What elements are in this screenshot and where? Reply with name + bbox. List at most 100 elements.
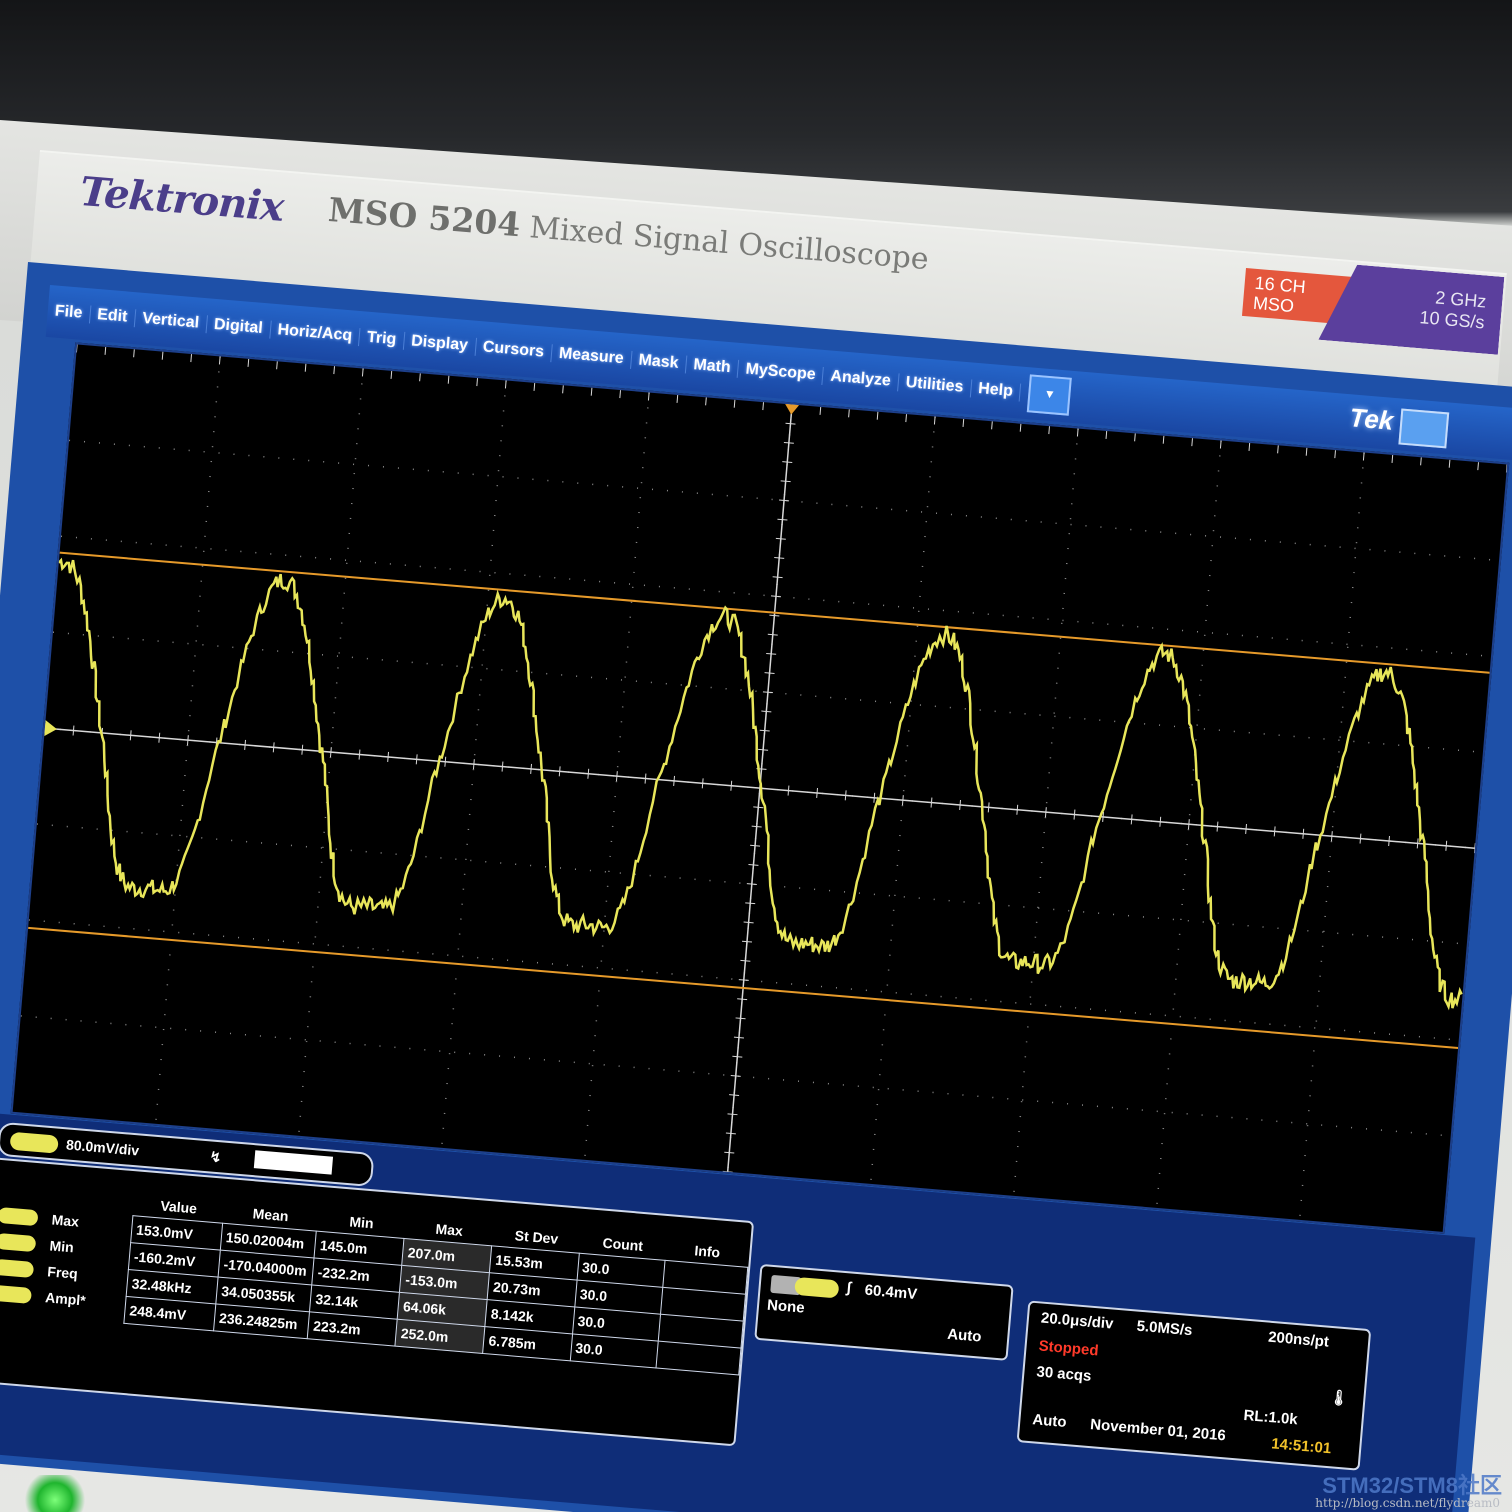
- center-tick: [780, 480, 791, 483]
- channel-1-waveform: [57, 557, 1463, 1011]
- center-tick: [844, 790, 847, 801]
- center-tick: [785, 422, 796, 425]
- time: 14:51:01: [1270, 1435, 1332, 1458]
- top-tick: [75, 344, 78, 353]
- top-tick: [361, 368, 364, 377]
- center-tick: [444, 756, 447, 767]
- offset-slider[interactable]: [253, 1150, 334, 1175]
- min-cursor-line: [28, 926, 1459, 1049]
- chevron-down-icon[interactable]: ▼: [1027, 374, 1073, 416]
- trigger-readout[interactable]: ∫ 60.4mV None Auto: [754, 1263, 1014, 1361]
- record-length: RL:1.0k: [1242, 1406, 1299, 1429]
- menu-edit[interactable]: Edit: [89, 305, 137, 328]
- trigger-mode: Auto: [946, 1325, 983, 1346]
- center-tick: [129, 730, 132, 741]
- menu-myscope[interactable]: MyScope: [737, 359, 825, 386]
- menu-analyze[interactable]: Analyze: [822, 367, 900, 392]
- center-tick: [735, 1017, 746, 1020]
- sample-rate: 5.0MS/s: [1135, 1317, 1194, 1340]
- top-tick: [562, 385, 564, 394]
- measurement-panel: Max Min Freq Ampl* Value Mean Min Max St Dev Cou…: [0, 1157, 755, 1447]
- top-tick: [933, 416, 936, 425]
- max-cursor-line: [59, 551, 1490, 674]
- center-tick: [766, 652, 777, 655]
- top-tick: [705, 397, 707, 406]
- center-tick: [1330, 831, 1333, 842]
- date: November 01, 2016: [1089, 1416, 1227, 1445]
- center-tick: [186, 735, 189, 746]
- trigger-position-marker: [785, 403, 800, 415]
- top-tick: [1105, 430, 1108, 439]
- menu-cursors[interactable]: Cursors: [475, 337, 553, 363]
- menu-trig[interactable]: Trig: [359, 328, 405, 350]
- menu-help[interactable]: Help: [970, 379, 1022, 402]
- top-tick: [304, 363, 307, 372]
- center-tick: [959, 799, 961, 811]
- menu-vertical[interactable]: Vertical: [134, 309, 208, 334]
- measurement-label: Min: [48, 1237, 75, 1256]
- center-tick: [745, 902, 756, 905]
- center-tick: [1044, 807, 1047, 818]
- top-tick: [419, 373, 421, 382]
- top-tick: [1248, 442, 1251, 451]
- top-tick: [1076, 428, 1079, 437]
- scope-screen: File Edit Vertical Digital Horiz/Acq Trig Disp…: [0, 285, 1512, 1512]
- measurement-label: Ampl*: [44, 1289, 87, 1309]
- top-tick: [1477, 462, 1479, 471]
- center-tick: [750, 844, 761, 847]
- center-tick: [1359, 833, 1362, 844]
- bandwidth-limit-icon: ↯: [208, 1148, 223, 1166]
- center-tick: [1016, 804, 1019, 815]
- center-tick: [701, 778, 704, 789]
- table-cell: [655, 1341, 741, 1375]
- top-tick: [647, 392, 650, 401]
- center-tick: [1445, 840, 1448, 851]
- acquisition-count: 30 acqs: [1035, 1363, 1093, 1385]
- center-tick: [873, 792, 876, 803]
- trigger-coupling: None: [766, 1296, 806, 1317]
- center-tick: [1473, 843, 1476, 854]
- center-tick: [1073, 809, 1076, 820]
- center-tick: [722, 1170, 733, 1173]
- resolution: 200ns/pt: [1267, 1328, 1330, 1351]
- center-tick: [158, 732, 161, 743]
- center-tick: [743, 921, 754, 924]
- top-tick: [447, 375, 450, 384]
- top-tick: [1305, 447, 1308, 456]
- center-tick: [774, 557, 785, 559]
- center-tick: [587, 768, 590, 779]
- top-tick: [1191, 438, 1193, 447]
- center-tick: [1216, 821, 1219, 832]
- acquisition-readout[interactable]: 20.0μs/div 5.0MS/s 200ns/pt Stopped 30 a…: [1016, 1300, 1372, 1471]
- menu-file[interactable]: File: [47, 301, 91, 324]
- top-tick: [1019, 423, 1022, 432]
- menu-digital[interactable]: Digital: [206, 315, 272, 339]
- top-tick: [276, 361, 278, 370]
- top-tick: [1448, 459, 1451, 468]
- menu-display[interactable]: Display: [403, 331, 477, 356]
- top-tick: [876, 411, 879, 420]
- timebase: 20.0μs/div: [1040, 1309, 1115, 1333]
- center-tick: [301, 744, 304, 755]
- top-tick: [333, 366, 336, 375]
- trigger-level: 60.4mV: [864, 1281, 918, 1304]
- center-tick: [729, 1094, 740, 1097]
- menu-utilities[interactable]: Utilities: [897, 373, 973, 398]
- top-tick: [247, 358, 250, 367]
- center-tick: [764, 672, 775, 674]
- top-tick: [619, 390, 622, 399]
- top-tick: [676, 394, 679, 403]
- top-tick: [190, 354, 193, 363]
- menu-mask[interactable]: Mask: [630, 350, 688, 374]
- center-tick: [358, 749, 361, 760]
- menu-measure[interactable]: Measure: [551, 344, 633, 369]
- menu-math[interactable]: Math: [685, 355, 740, 378]
- menu-horizacq[interactable]: Horiz/Acq: [269, 320, 361, 347]
- top-tick: [1277, 445, 1279, 454]
- tek-button[interactable]: [1398, 408, 1450, 449]
- measurement-table: Value Mean Min Max St Dev Count Info 153.0mV 150…: [123, 1191, 750, 1375]
- rising-edge-icon: ∫: [846, 1279, 852, 1297]
- center-tick: [759, 729, 770, 732]
- channel-1-badge: [0, 1232, 37, 1253]
- center-tick: [1388, 835, 1390, 847]
